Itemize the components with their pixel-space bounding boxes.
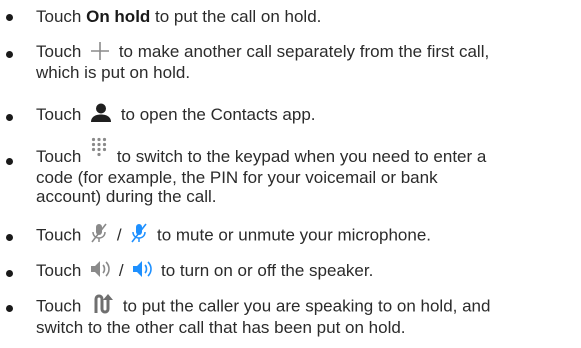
speaker-on-icon [131, 259, 153, 279]
mute-off-icon [89, 222, 109, 244]
item-text-suffix: to mute or unmute your microphone. [152, 225, 432, 245]
item-text: Touch / to turn on or off the speaker. [36, 259, 577, 282]
item-text-suffix: to put the call on hold. [150, 7, 322, 26]
bullet [6, 114, 13, 121]
item-text-line2: which is put on hold. [36, 62, 191, 82]
on-hold-label: On hold [86, 7, 151, 26]
item-text: Touch to switch to the keypad when you n… [36, 137, 577, 206]
item-text-prefix: Touch [36, 296, 87, 316]
bullet [6, 234, 13, 241]
item-text-line2: switch to the other call that has been p… [36, 318, 406, 337]
item-text-prefix: Touch [36, 105, 87, 124]
item-text: Touch to make another call separately fr… [36, 41, 577, 82]
slash-separator: / [114, 261, 129, 280]
bullet [6, 51, 13, 58]
swap-calls-icon [90, 293, 114, 315]
item-text: Touch to put the caller you are speaking… [36, 293, 577, 337]
item-text-line3: account) during the call. [36, 186, 217, 206]
plus-icon [90, 41, 110, 61]
item-text-line2: code (for example, the PIN for your voic… [36, 167, 438, 187]
item-text-prefix: Touch [36, 7, 87, 26]
person-icon [90, 103, 112, 123]
item-text-prefix: Touch [36, 42, 87, 61]
item-text-prefix: Touch [36, 147, 87, 166]
mute-on-icon [129, 222, 149, 244]
item-text: Touch to open the Contacts app. [36, 103, 577, 126]
item-text-suffix: to open the Contacts app. [116, 105, 316, 124]
bullet [6, 305, 13, 312]
item-text-suffix: to switch to the keypad when you need to… [112, 147, 487, 166]
item-text: Touch / to mute or unmute your microphon… [36, 222, 577, 247]
bullet [6, 14, 13, 21]
item-text: Touch On hold to put the call on hold. [36, 7, 577, 26]
item-text-prefix: Touch [36, 261, 87, 280]
bullet [6, 270, 13, 277]
item-text-suffix: to put the caller you are speaking to on… [118, 296, 491, 316]
bullet [6, 158, 13, 165]
speaker-off-icon [89, 259, 111, 279]
item-text-suffix: to turn on or off the speaker. [156, 261, 374, 280]
keypad-icon [91, 137, 107, 157]
item-text-prefix: Touch [36, 225, 87, 245]
slash-separator: / [112, 225, 127, 245]
instruction-list: Touch On hold to put the call on hold. T… [0, 0, 581, 348]
item-text-suffix: to make another call separately from the… [114, 42, 490, 61]
